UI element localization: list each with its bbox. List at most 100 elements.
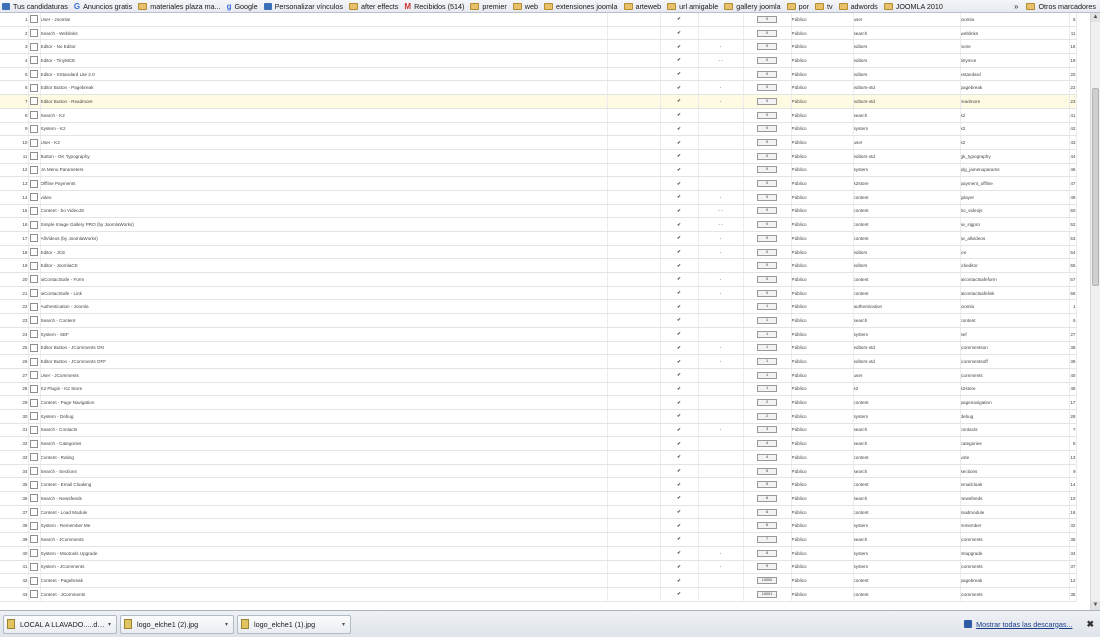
order-arrows[interactable]	[698, 149, 744, 164]
order-input[interactable]: 0	[757, 193, 777, 201]
order-arrows[interactable]	[698, 491, 744, 506]
plugin-name-link[interactable]: Search - Newsfeeds	[40, 491, 608, 506]
enabled-check-icon[interactable]: ✔	[660, 80, 699, 96]
bookmark-item[interactable]: G Anuncios gratis	[72, 0, 136, 12]
plugin-name-link[interactable]: JA Menu Parameters	[40, 163, 608, 178]
order-arrows[interactable]	[698, 505, 744, 520]
scroll-down-arrow-icon[interactable]: ▼	[1091, 601, 1100, 610]
row-checkbox[interactable]	[30, 384, 38, 393]
enabled-check-icon[interactable]: ✔	[660, 39, 699, 55]
scroll-up-arrow-icon[interactable]: ▲	[1091, 13, 1100, 22]
row-checkbox[interactable]	[30, 398, 38, 407]
row-checkbox[interactable]	[30, 562, 38, 571]
show-all-downloads-link[interactable]: Mostrar todas las descargas...	[976, 620, 1072, 629]
plugin-name-link[interactable]: Editor Button - JComments ON	[40, 341, 608, 356]
bookmark-item[interactable]: tv	[813, 0, 837, 12]
plugin-name-link[interactable]: Content - JComments	[40, 587, 608, 602]
bookmark-item[interactable]: after effects	[347, 0, 402, 12]
order-arrows[interactable]: -	[698, 423, 744, 438]
row-checkbox[interactable]	[30, 152, 38, 161]
plugin-name-link[interactable]: Search - JComments	[40, 532, 608, 547]
enabled-check-icon[interactable]: ✔	[660, 94, 699, 109]
bookmark-item[interactable]: gallery joomla	[722, 0, 784, 12]
order-input[interactable]: 4	[757, 440, 777, 448]
dropdown-arrow-icon[interactable]: ▾	[340, 621, 347, 628]
order-arrows[interactable]	[698, 176, 744, 191]
enabled-check-icon[interactable]: ✔	[660, 327, 699, 342]
order-input[interactable]: 2	[757, 399, 777, 407]
order-arrows[interactable]: -	[698, 272, 744, 287]
plugin-name-link[interactable]: Search - K2	[40, 108, 608, 123]
enabled-check-icon[interactable]: ✔	[660, 204, 699, 219]
enabled-check-icon[interactable]: ✔	[660, 272, 699, 287]
order-input[interactable]: 10001	[757, 590, 777, 598]
plugin-name-link[interactable]: System - Debug	[40, 409, 608, 424]
close-shelf-icon[interactable]: ✖	[1086, 619, 1094, 630]
order-input[interactable]: 10000	[757, 577, 777, 585]
plugin-name-link[interactable]: System - K2	[40, 122, 608, 137]
enabled-check-icon[interactable]: ✔	[660, 122, 699, 137]
order-input[interactable]: 5	[757, 481, 777, 489]
order-arrows[interactable]: -	[698, 341, 744, 356]
plugin-name-link[interactable]: aiContactSafe - Form	[40, 272, 608, 287]
plugin-name-link[interactable]: Offline Payments	[40, 176, 608, 191]
enabled-check-icon[interactable]: ✔	[660, 560, 699, 575]
order-arrows[interactable]	[698, 395, 744, 410]
enabled-check-icon[interactable]: ✔	[660, 505, 699, 520]
plugin-name-link[interactable]: Authentication - Joomla	[40, 299, 608, 315]
bookmark-item[interactable]: por	[785, 0, 813, 12]
order-input[interactable]: 0	[757, 70, 777, 78]
row-checkbox[interactable]	[30, 371, 38, 380]
enabled-check-icon[interactable]: ✔	[660, 258, 699, 274]
order-input[interactable]: 0	[757, 152, 777, 160]
order-arrows[interactable]	[698, 436, 744, 451]
row-checkbox[interactable]	[30, 261, 38, 270]
order-input[interactable]: 0	[757, 125, 777, 133]
row-checkbox[interactable]	[30, 70, 38, 79]
plugin-name-link[interactable]: Editor Button - JComments OFF	[40, 354, 608, 369]
row-checkbox[interactable]	[30, 412, 38, 421]
order-arrows[interactable]: - -	[698, 53, 744, 68]
row-checkbox[interactable]	[30, 467, 38, 476]
row-checkbox[interactable]	[30, 343, 38, 352]
bookmark-item[interactable]: g Google	[225, 0, 262, 12]
order-arrows[interactable]	[698, 122, 744, 137]
vertical-scrollbar[interactable]: ▲ ▼	[1090, 13, 1100, 610]
plugin-name-link[interactable]: AllVideos (by JoomlaWorks)	[40, 231, 608, 246]
plugin-name-link[interactable]: Content - bo VideoJS	[40, 204, 608, 219]
row-checkbox[interactable]	[30, 357, 38, 366]
enabled-check-icon[interactable]: ✔	[660, 231, 699, 246]
row-checkbox[interactable]	[30, 590, 38, 599]
row-checkbox[interactable]	[30, 425, 38, 434]
enabled-check-icon[interactable]: ✔	[660, 354, 699, 369]
row-checkbox[interactable]	[30, 494, 38, 503]
order-arrows[interactable]: -	[698, 39, 744, 55]
other-bookmarks-folder[interactable]: Otros marcadores	[1024, 0, 1100, 12]
enabled-check-icon[interactable]: ✔	[660, 573, 699, 588]
order-arrows[interactable]	[698, 67, 744, 82]
enabled-check-icon[interactable]: ✔	[660, 477, 699, 493]
order-arrows[interactable]	[698, 587, 744, 602]
row-checkbox[interactable]	[30, 179, 38, 188]
plugin-name-link[interactable]: Search - Contacts	[40, 423, 608, 438]
row-checkbox[interactable]	[30, 220, 38, 229]
row-checkbox[interactable]	[30, 248, 38, 257]
row-checkbox[interactable]	[30, 165, 38, 174]
bookmark-item[interactable]: Personalizar vínculos	[262, 0, 347, 12]
row-checkbox[interactable]	[30, 330, 38, 339]
row-checkbox[interactable]	[30, 29, 38, 38]
row-checkbox[interactable]	[30, 535, 38, 544]
enabled-check-icon[interactable]: ✔	[660, 464, 699, 479]
order-input[interactable]: 7	[757, 535, 777, 543]
enabled-check-icon[interactable]: ✔	[660, 245, 699, 260]
bookmark-item[interactable]: JOOMLA 2010	[882, 0, 947, 12]
enabled-check-icon[interactable]: ✔	[660, 587, 699, 602]
row-checkbox[interactable]	[30, 439, 38, 448]
enabled-check-icon[interactable]: ✔	[660, 286, 699, 301]
row-checkbox[interactable]	[30, 480, 38, 489]
order-arrows[interactable]	[698, 477, 744, 493]
plugin-name-link[interactable]: Search - Sections	[40, 464, 608, 479]
order-arrows[interactable]: -	[698, 231, 744, 246]
plugin-name-link[interactable]: Content - Rating	[40, 450, 608, 465]
row-checkbox[interactable]	[30, 42, 38, 51]
